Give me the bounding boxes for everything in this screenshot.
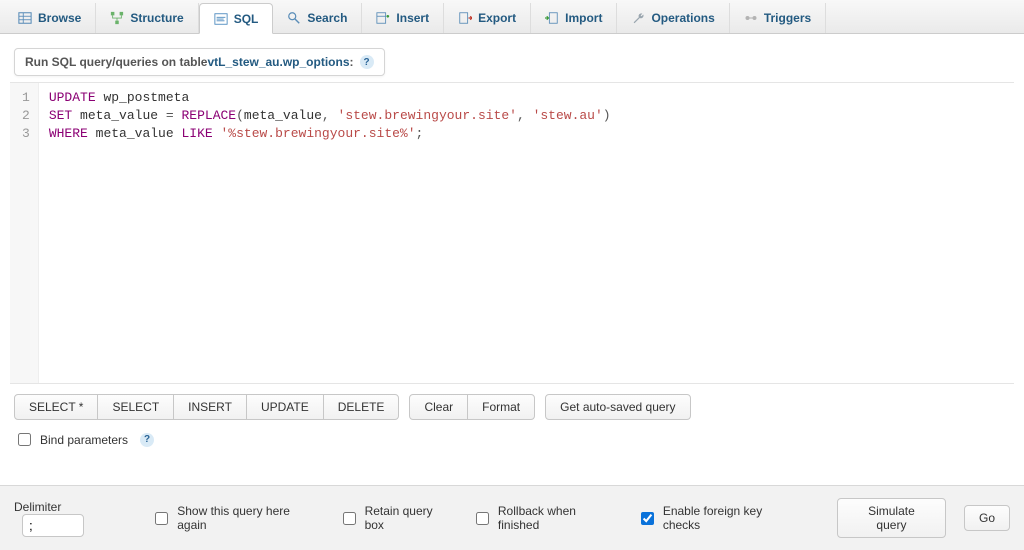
retain-label: Retain query box <box>365 504 454 532</box>
bind-params-label: Bind parameters <box>40 433 128 447</box>
kw-set: SET <box>49 108 72 123</box>
line-number: 1 <box>22 89 30 107</box>
action-button-group: Clear Format <box>409 394 535 420</box>
tab-browse[interactable]: Browse <box>4 3 96 33</box>
legend-tablename: vtL_stew_au.wp_options <box>207 55 349 69</box>
line-number: 3 <box>22 125 30 143</box>
import-icon <box>545 11 559 25</box>
clear-button[interactable]: Clear <box>409 394 468 420</box>
help-icon[interactable]: ? <box>360 55 374 69</box>
ident: meta_value <box>244 108 322 123</box>
legend-suffix: : <box>350 55 354 69</box>
tab-export[interactable]: Export <box>444 3 531 33</box>
select-button[interactable]: SELECT <box>97 394 174 420</box>
rollback-input[interactable] <box>476 512 489 525</box>
comma: , <box>517 108 533 123</box>
tab-search[interactable]: Search <box>273 3 362 33</box>
delimiter-group: Delimiter <box>14 500 133 537</box>
delete-button[interactable]: DELETE <box>323 394 400 420</box>
search-icon <box>287 11 301 25</box>
help-icon[interactable]: ? <box>140 433 154 447</box>
show-again-checkbox[interactable]: Show this query here again <box>151 504 320 532</box>
format-button[interactable]: Format <box>467 394 535 420</box>
line-number: 2 <box>22 107 30 125</box>
string-literal: '%stew.brewingyour.site%' <box>221 126 416 141</box>
fk-label: Enable foreign key checks <box>663 504 801 532</box>
tabbar: Browse Structure SQL Search Insert Expor… <box>0 0 1024 34</box>
tab-sql[interactable]: SQL <box>199 3 274 34</box>
simulate-query-button[interactable]: Simulate query <box>837 498 946 538</box>
tab-import[interactable]: Import <box>531 3 617 33</box>
tab-label: Browse <box>38 11 81 25</box>
sql-legend: Run SQL query/queries on table vtL_stew_… <box>14 48 385 76</box>
fk-input[interactable] <box>641 512 654 525</box>
go-button[interactable]: Go <box>964 505 1010 531</box>
eq: = <box>166 108 174 123</box>
delimiter-input[interactable] <box>22 514 84 537</box>
sql-icon <box>214 12 228 26</box>
bind-params-row: Bind parameters ? <box>0 430 1024 459</box>
triggers-icon <box>744 11 758 25</box>
retain-checkbox[interactable]: Retain query box <box>339 504 454 532</box>
string-literal: 'stew.au' <box>533 108 603 123</box>
select-star-button[interactable]: SELECT * <box>14 394 98 420</box>
table-icon <box>18 11 32 25</box>
paren-close: ) <box>603 108 611 123</box>
legend-prefix: Run SQL query/queries on table <box>25 55 207 69</box>
shortcut-button-group: SELECT * SELECT INSERT UPDATE DELETE <box>14 394 399 420</box>
rollback-checkbox[interactable]: Rollback when finished <box>472 504 619 532</box>
tab-label: Operations <box>651 11 714 25</box>
insert-button[interactable]: INSERT <box>173 394 247 420</box>
button-row: SELECT * SELECT INSERT UPDATE DELETE Cle… <box>0 384 1024 430</box>
tab-label: Triggers <box>764 11 811 25</box>
kw-update: UPDATE <box>49 90 96 105</box>
wrench-icon <box>631 11 645 25</box>
show-again-label: Show this query here again <box>177 504 320 532</box>
string-literal: 'stew.brewingyour.site' <box>338 108 517 123</box>
tab-label: SQL <box>234 12 259 26</box>
show-again-input[interactable] <box>155 512 168 525</box>
delimiter-label: Delimiter <box>14 500 61 514</box>
footer-bar: Delimiter Show this query here again Ret… <box>0 485 1024 550</box>
fk-checkbox[interactable]: Enable foreign key checks <box>637 504 801 532</box>
semicolon: ; <box>416 126 424 141</box>
get-autosaved-button[interactable]: Get auto-saved query <box>545 394 690 420</box>
tab-label: Search <box>307 11 347 25</box>
kw-where: WHERE <box>49 126 88 141</box>
tab-insert[interactable]: Insert <box>362 3 444 33</box>
line-gutter: 1 2 3 <box>10 83 39 383</box>
tab-operations[interactable]: Operations <box>617 3 729 33</box>
comma: , <box>322 108 338 123</box>
code-area[interactable]: UPDATE wp_postmeta SET meta_value = REPL… <box>39 83 611 383</box>
retain-input[interactable] <box>343 512 356 525</box>
insert-icon <box>376 11 390 25</box>
tab-label: Export <box>478 11 516 25</box>
tab-label: Structure <box>130 11 183 25</box>
paren-open: ( <box>236 108 244 123</box>
tab-label: Import <box>565 11 602 25</box>
structure-icon <box>110 11 124 25</box>
ident: meta_value <box>96 126 174 141</box>
fn-replace: REPLACE <box>181 108 236 123</box>
ident: wp_postmeta <box>103 90 189 105</box>
export-icon <box>458 11 472 25</box>
tab-structure[interactable]: Structure <box>96 3 198 33</box>
update-button[interactable]: UPDATE <box>246 394 324 420</box>
rollback-label: Rollback when finished <box>498 504 619 532</box>
bind-params-checkbox[interactable] <box>18 433 31 446</box>
sql-editor[interactable]: 1 2 3 UPDATE wp_postmeta SET meta_value … <box>10 82 1014 384</box>
tab-label: Insert <box>396 11 429 25</box>
kw-like: LIKE <box>181 126 212 141</box>
tab-triggers[interactable]: Triggers <box>730 3 826 33</box>
ident: meta_value <box>80 108 158 123</box>
